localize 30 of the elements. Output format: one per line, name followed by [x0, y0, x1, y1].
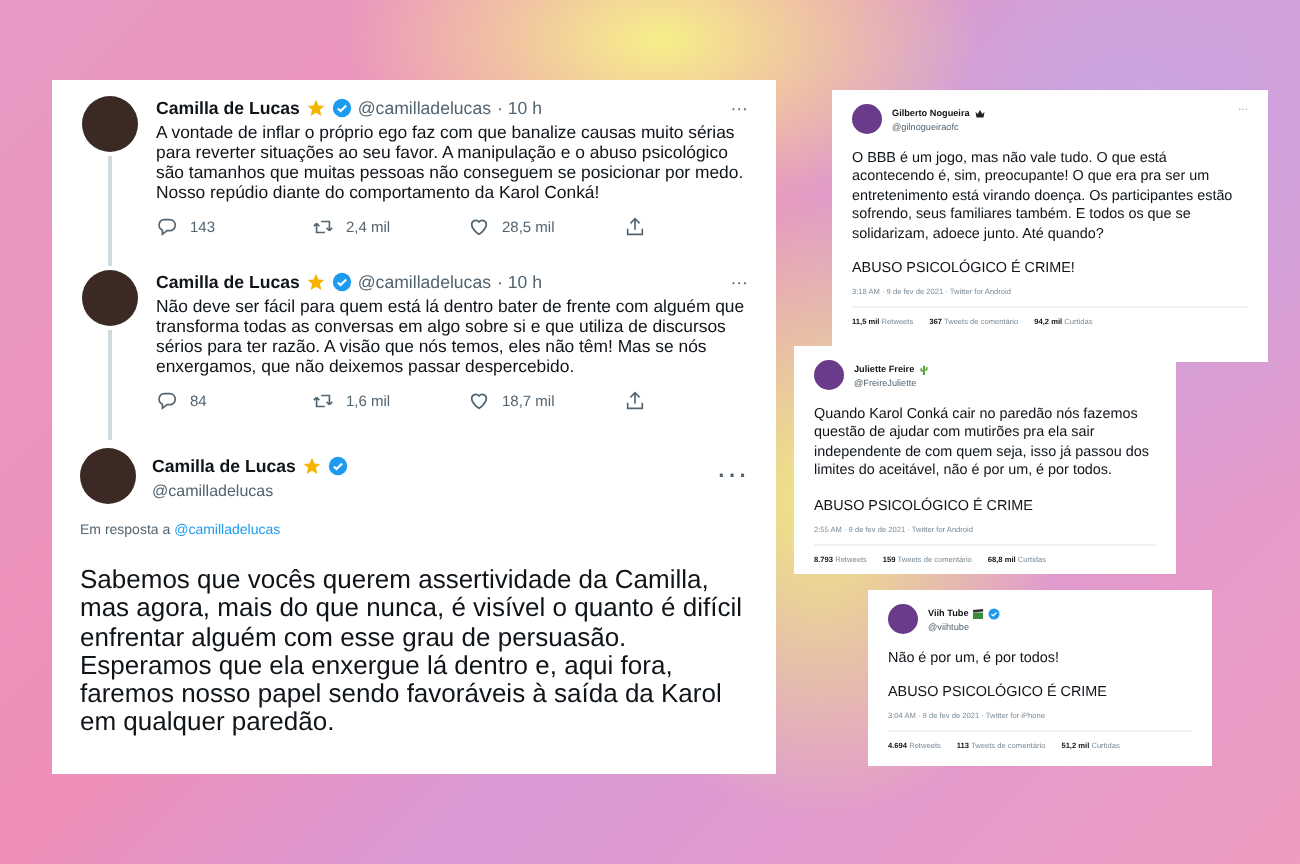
user-handle: @camilladelucas	[357, 272, 492, 292]
user-handle: @camilladelucas	[357, 98, 492, 118]
user-name: Camilla de Lucas	[156, 272, 300, 292]
avatar	[82, 96, 138, 152]
user-name: Camilla de Lucas	[152, 455, 296, 475]
reply-icon[interactable]	[156, 215, 178, 237]
share-icon[interactable]	[624, 389, 646, 411]
user-name: Camilla de Lucas	[156, 98, 300, 118]
thread-line	[108, 330, 112, 440]
more-menu[interactable]: ···	[716, 458, 748, 494]
avatar	[814, 360, 844, 390]
tweet-time: · 10 h	[497, 98, 543, 118]
tweet-text: Sabemos que vocês querem assertividade da Camilla, mas agora, mais do que nunca, é visível o quanto é difícil enfrentar alguém com esse grau de persuasão. Esperamos que ela enxergue lá dentro e, aqui fora, faremos nosso papel sendo favoráveis à saída da Karol em qualquer paredão.	[80, 566, 744, 738]
more-menu[interactable]: ···	[730, 98, 748, 118]
avatar	[80, 448, 136, 504]
like-icon[interactable]	[468, 215, 490, 237]
thread-line	[108, 156, 112, 266]
avatar	[888, 604, 918, 634]
retweet-icon[interactable]	[312, 389, 334, 411]
user-handle: @camilladelucas	[152, 481, 276, 499]
tweet-text: Não deve ser fácil para quem está lá dentro bater de frente com alguém que transforma todas as conversas em algo sobre si e que utiliza de discursos sérios para ter razão. A visão que nós temos, eles não têm! Mas se nós enxergamos, que não deixemos passar despercebido.	[156, 296, 747, 376]
reply-icon[interactable]	[156, 389, 178, 411]
retweet-icon[interactable]	[312, 215, 334, 237]
like-icon[interactable]	[468, 389, 490, 411]
more-menu[interactable]: ···	[730, 272, 748, 292]
avatar	[852, 104, 882, 134]
avatar	[82, 270, 138, 326]
tweet-text: A vontade de inflar o próprio ego faz com que banalize causas muito sérias para reverter situações ao seu favor. A manipulação e o abuso psicológico são tamanhos que muitas pessoas não conseguem se posicionar por medo. Nosso repúdio diante do comportamento da Karol Conká!	[156, 122, 746, 202]
tweet-time: · 10 h	[497, 272, 543, 292]
share-icon[interactable]	[624, 215, 646, 237]
